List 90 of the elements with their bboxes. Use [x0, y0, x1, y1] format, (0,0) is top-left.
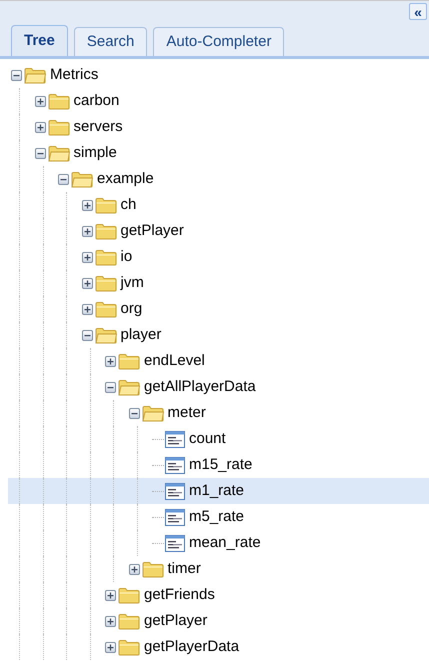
node-label: example	[97, 168, 154, 189]
node-label: getAllPlayerData	[144, 376, 256, 397]
open-folder-icon	[94, 326, 116, 344]
node-label: meter	[168, 402, 206, 423]
document-icon	[165, 508, 185, 526]
expand-icon[interactable]	[82, 200, 92, 210]
tree-row[interactable]: m5_rate	[8, 504, 429, 530]
expand-icon[interactable]	[82, 278, 92, 288]
folder-icon	[94, 248, 116, 266]
tab[interactable]: Search	[74, 27, 148, 56]
folder-icon	[118, 352, 140, 370]
expand-icon[interactable]	[34, 122, 46, 132]
tree-row[interactable]: simple	[8, 140, 429, 166]
folder-icon	[94, 274, 116, 292]
folder-icon	[118, 586, 140, 604]
collapse-icon[interactable]	[34, 148, 46, 158]
expand-icon[interactable]	[105, 642, 116, 652]
tree-row[interactable]: jvm	[8, 270, 429, 296]
document-icon	[165, 430, 185, 448]
tree-row[interactable]: getPlayer	[8, 608, 429, 634]
tree-row[interactable]: count	[8, 426, 429, 452]
expand-icon[interactable]	[34, 96, 46, 106]
tree-row[interactable]: player	[8, 322, 429, 348]
node-label: getFriends	[144, 584, 215, 605]
collapse-panel-button[interactable]: «	[409, 3, 427, 20]
node-label: ch	[120, 194, 136, 215]
open-folder-icon	[24, 66, 46, 84]
node-label: getPlayer	[120, 220, 184, 241]
open-folder-icon	[71, 170, 93, 188]
node-label: player	[120, 324, 162, 345]
tree-row[interactable]: getPlayerData	[8, 634, 429, 660]
open-folder-icon	[142, 404, 164, 422]
collapse-icon[interactable]	[58, 174, 69, 184]
expand-icon[interactable]	[105, 616, 116, 626]
expand-icon[interactable]	[105, 590, 116, 600]
tab[interactable]: Auto-Completer	[153, 27, 284, 56]
expand-icon[interactable]	[82, 252, 92, 262]
tree-row[interactable]: getPlayer	[8, 218, 429, 244]
folder-icon	[94, 196, 116, 214]
tree-row[interactable]: mean_rate	[8, 530, 429, 556]
folder-icon	[48, 118, 70, 136]
selected-tree-row[interactable]: m1_rate	[8, 478, 429, 504]
open-folder-icon	[118, 378, 140, 396]
document-icon	[165, 534, 185, 552]
expand-icon[interactable]	[128, 564, 140, 574]
tree-row[interactable]: getAllPlayerData	[8, 374, 429, 400]
folder-icon	[94, 300, 116, 318]
tree-row[interactable]: example	[8, 166, 429, 192]
expand-icon[interactable]	[82, 304, 92, 314]
node-label: servers	[74, 116, 123, 137]
document-icon	[165, 482, 185, 500]
tree-row[interactable]: ch	[8, 192, 429, 218]
folder-icon	[118, 612, 140, 630]
node-label: getPlayer	[144, 610, 208, 631]
node-label: m15_rate	[189, 454, 252, 475]
node-label: io	[120, 246, 132, 267]
tab[interactable]: Tree	[11, 25, 68, 56]
node-label: simple	[74, 142, 117, 163]
tree-row[interactable]: org	[8, 296, 429, 322]
node-label: jvm	[120, 272, 144, 293]
folder-icon	[118, 638, 140, 656]
folder-icon	[142, 560, 164, 578]
node-label: timer	[168, 558, 201, 579]
node-label: m1_rate	[189, 480, 244, 501]
expand-icon[interactable]	[105, 356, 116, 366]
node-label: mean_rate	[189, 532, 261, 553]
node-label: endLevel	[144, 350, 205, 371]
open-folder-icon	[48, 144, 70, 162]
folder-icon	[48, 92, 70, 110]
document-icon	[165, 456, 185, 474]
tree-row[interactable]: endLevel	[8, 348, 429, 374]
tree-row[interactable]: Metrics	[8, 62, 429, 88]
tree-row[interactable]: io	[8, 244, 429, 270]
tree-row[interactable]: meter	[8, 400, 429, 426]
collapse-icon[interactable]	[105, 382, 116, 392]
collapse-icon[interactable]	[11, 70, 22, 80]
node-label: m5_rate	[189, 506, 244, 527]
node-label: Metrics	[50, 64, 98, 85]
tree-row[interactable]: servers	[8, 114, 429, 140]
collapse-icon[interactable]	[128, 408, 140, 418]
tree-row[interactable]: timer	[8, 556, 429, 582]
node-label: org	[120, 298, 142, 319]
folder-icon	[94, 222, 116, 240]
tree-row[interactable]: carbon	[8, 88, 429, 114]
tree-row[interactable]: getFriends	[8, 582, 429, 608]
collapse-icon[interactable]	[82, 330, 92, 340]
node-label: carbon	[74, 90, 120, 111]
node-label: getPlayerData	[144, 636, 240, 657]
node-label: count	[189, 428, 226, 449]
expand-icon[interactable]	[82, 226, 92, 236]
